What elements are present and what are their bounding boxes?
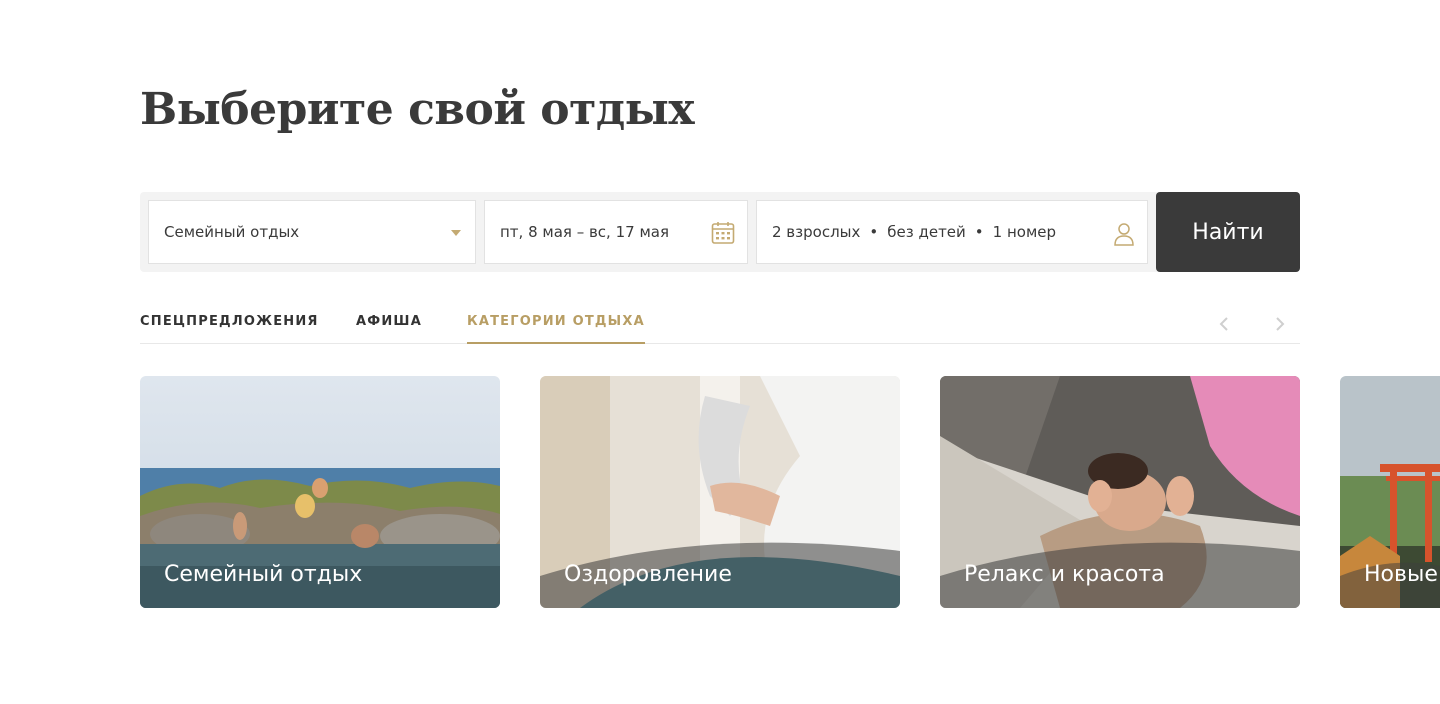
card-label: Релакс и красота bbox=[964, 562, 1165, 587]
vacation-type-value: Семейный отдых bbox=[164, 223, 300, 241]
separator-dot: • bbox=[869, 223, 879, 241]
guests-summary: 2 взрослых • без детей • 1 номер bbox=[772, 223, 1056, 241]
carousel-prev-button[interactable] bbox=[1214, 314, 1234, 334]
card-label: Новые bbox=[1364, 562, 1438, 587]
chevron-right-icon bbox=[1276, 317, 1285, 331]
tabs-bar: СПЕЦПРЕДЛОЖЕНИЯ АФИША КАТЕГОРИИ ОТДЫХА bbox=[140, 300, 1300, 344]
category-card-wellness[interactable]: Оздоровление bbox=[540, 376, 900, 608]
tab-special-offers[interactable]: СПЕЦПРЕДЛОЖЕНИЯ bbox=[140, 314, 319, 344]
separator-dot: • bbox=[974, 223, 984, 241]
search-bar: Семейный отдых пт, 8 мая – вс, 17 мая 2 … bbox=[140, 192, 1300, 272]
category-card-new[interactable]: Новые bbox=[1340, 376, 1440, 608]
card-label: Оздоровление bbox=[564, 562, 732, 587]
carousel-next-button[interactable] bbox=[1270, 314, 1290, 334]
children-count: без детей bbox=[887, 223, 966, 241]
chevron-left-icon bbox=[1219, 317, 1228, 331]
rooms-count: 1 номер bbox=[992, 223, 1057, 241]
page: Выберите свой отдых Семейный отдых пт, 8… bbox=[0, 0, 1440, 704]
tab-vacation-categories[interactable]: КАТЕГОРИИ ОТДЫХА bbox=[467, 314, 645, 344]
person-icon bbox=[1114, 223, 1134, 246]
page-title: Выберите свой отдых bbox=[140, 84, 695, 135]
guests-field[interactable]: 2 взрослых • без детей • 1 номер bbox=[756, 200, 1148, 264]
find-button[interactable]: Найти bbox=[1156, 192, 1300, 272]
card-label: Семейный отдых bbox=[164, 562, 363, 587]
date-range-field[interactable]: пт, 8 мая – вс, 17 мая bbox=[484, 200, 748, 264]
date-range-value: пт, 8 мая – вс, 17 мая bbox=[500, 223, 669, 241]
category-card-family[interactable]: Семейный отдых bbox=[140, 376, 500, 608]
adults-count: 2 взрослых bbox=[772, 223, 861, 241]
tab-afisha[interactable]: АФИША bbox=[356, 314, 422, 344]
vacation-type-select[interactable]: Семейный отдых bbox=[148, 200, 476, 264]
category-card-relax-beauty[interactable]: Релакс и красота bbox=[940, 376, 1300, 608]
caret-down-icon bbox=[451, 230, 461, 236]
calendar-icon bbox=[711, 222, 735, 244]
category-carousel: Семейный отдых Оздоровление Релакс и кра… bbox=[140, 376, 1440, 608]
